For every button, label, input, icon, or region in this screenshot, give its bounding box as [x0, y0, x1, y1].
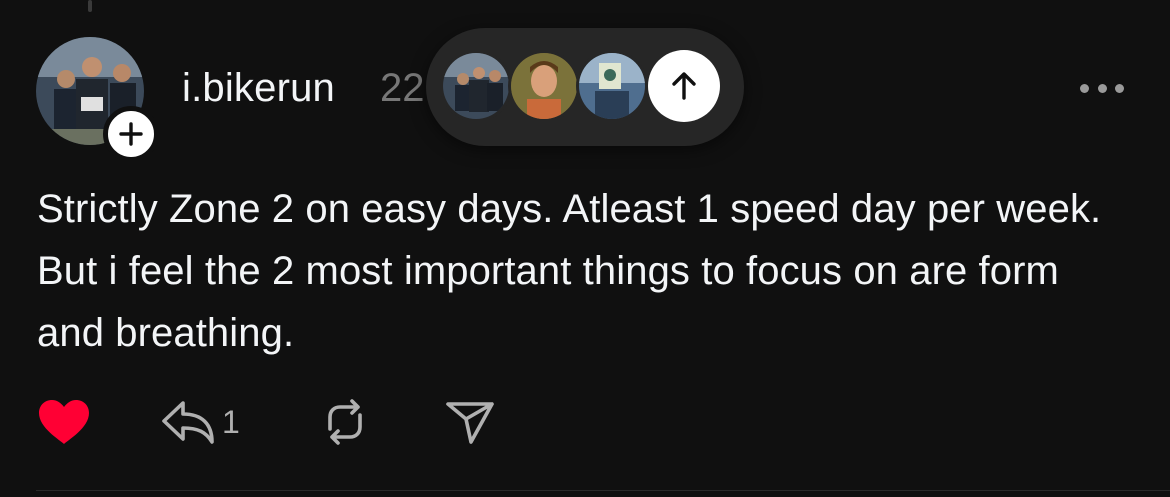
share-button[interactable] [444, 394, 496, 450]
heart-icon [39, 400, 89, 444]
reply-count: 1 [222, 403, 240, 440]
author-username[interactable]: i.bikerun [182, 66, 335, 111]
reply-arrow-icon [162, 401, 214, 444]
more-options-button[interactable] [1080, 78, 1124, 98]
plus-icon [119, 122, 143, 146]
like-button[interactable] [36, 394, 92, 450]
new-post-avatar-3 [576, 50, 648, 122]
more-options-dot [1080, 83, 1089, 93]
arrow-up-icon [672, 72, 696, 100]
more-options-dot [1097, 83, 1107, 93]
post-timestamp: 22 [380, 66, 425, 110]
new-post-avatar-1 [440, 50, 512, 122]
repost-button[interactable] [320, 394, 370, 450]
post-body-text: Strictly Zone 2 on easy days. Atleast 1 … [37, 187, 1102, 355]
more-options-dot [1115, 83, 1124, 93]
new-post-avatar-2 [508, 50, 580, 122]
reply-button[interactable]: 1 [160, 394, 240, 450]
post-divider [36, 490, 1170, 491]
follow-button[interactable] [103, 106, 159, 162]
new-posts-pill[interactable] [426, 28, 744, 146]
scroll-to-top-button[interactable] [648, 50, 720, 122]
thread-connector-line [88, 0, 92, 12]
repost-icon [328, 399, 362, 445]
send-icon [446, 402, 494, 444]
author-avatar-container[interactable] [36, 37, 159, 162]
